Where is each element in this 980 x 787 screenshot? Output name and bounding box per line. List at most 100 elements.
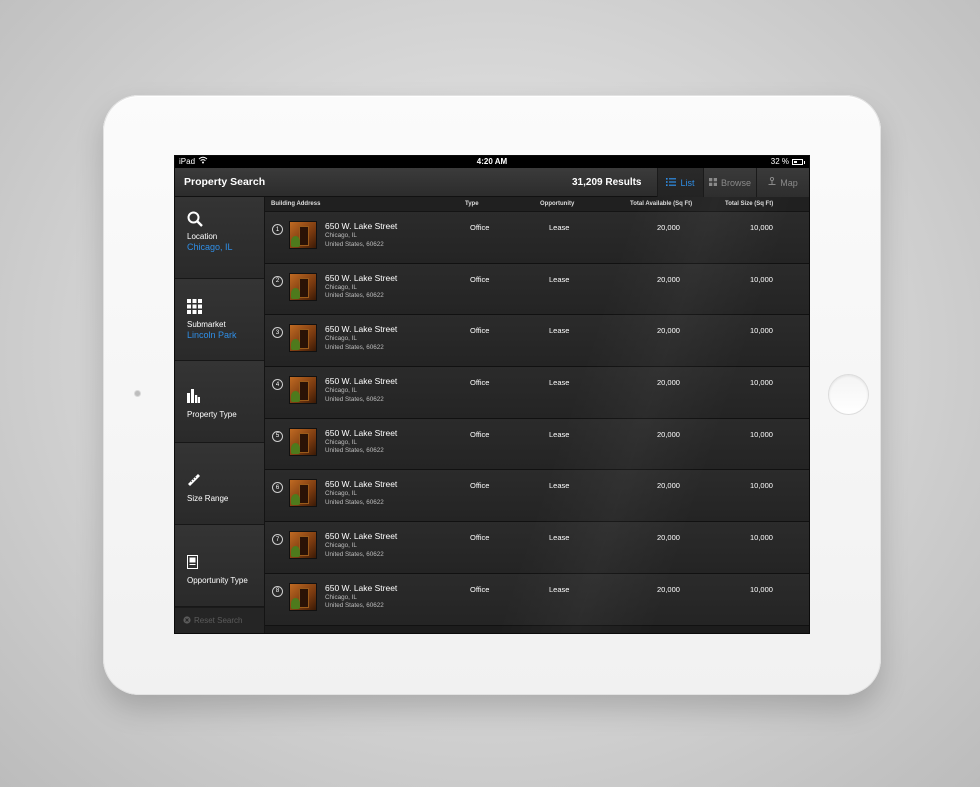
total-available: 20,000 xyxy=(657,481,680,491)
filter-submarket-value: Lincoln Park xyxy=(187,330,237,340)
property-thumbnail xyxy=(289,376,317,405)
results-table: Building Address Type Opportunity Total … xyxy=(265,197,809,633)
building-city: Chicago, IL xyxy=(325,438,357,446)
total-size: 10,000 xyxy=(750,584,773,594)
property-thumbnail xyxy=(289,479,317,508)
property-thumbnail xyxy=(289,272,317,301)
table-row[interactable]: 3 650 W. Lake Street Chicago, IL United … xyxy=(265,315,809,368)
column-header[interactable]: Total Size (Sq Ft) xyxy=(725,201,805,207)
row-number: 3 xyxy=(272,327,283,339)
filter-size-range[interactable]: Size Range xyxy=(175,443,264,525)
total-available: 20,000 xyxy=(657,274,680,284)
total-size: 10,000 xyxy=(750,378,773,388)
column-header[interactable]: Total Available (Sq Ft) xyxy=(630,201,725,207)
tab-map[interactable]: Map xyxy=(756,168,809,197)
building-country: United States, 60622 xyxy=(325,447,384,455)
row-number: 6 xyxy=(272,482,283,494)
property-type: Office xyxy=(470,378,490,388)
building-country: United States, 60622 xyxy=(325,498,384,506)
total-size: 10,000 xyxy=(750,481,773,491)
property-type: Office xyxy=(470,274,490,284)
filter-submarket[interactable]: Submarket Lincoln Park xyxy=(175,279,264,361)
building-street: 650 W. Lake Street xyxy=(325,376,398,387)
filter-location-label: Location xyxy=(187,232,218,241)
filter-opportunity-type[interactable]: Opportunity Type xyxy=(175,525,264,607)
building-city: Chicago, IL xyxy=(325,283,357,291)
filter-submarket-label: Submarket xyxy=(187,320,226,329)
building-country: United States, 60622 xyxy=(325,343,384,351)
search-icon xyxy=(187,211,264,229)
table-row[interactable]: 1 650 W. Lake Street Chicago, IL United … xyxy=(265,212,809,264)
opportunity: Lease xyxy=(549,378,570,388)
page-title: Property Search xyxy=(184,176,266,188)
total-size: 10,000 xyxy=(750,326,773,336)
table-row[interactable]: 5 650 W. Lake Street Chicago, IL United … xyxy=(265,418,809,471)
opportunity: Lease xyxy=(549,533,570,543)
total-available: 20,000 xyxy=(657,378,680,388)
property-type: Office xyxy=(470,223,490,232)
building-street: 650 W. Lake Street xyxy=(325,531,398,542)
tab-list[interactable]: List xyxy=(657,168,703,197)
home-button[interactable] xyxy=(829,375,868,414)
grid-icon xyxy=(187,293,264,317)
device-label: iPad xyxy=(179,157,196,166)
building-city: Chicago, IL xyxy=(325,387,357,395)
building-street: 650 W. Lake Street xyxy=(325,479,398,490)
table-row[interactable]: 4 650 W. Lake Street Chicago, IL United … xyxy=(265,367,809,419)
total-size: 10,000 xyxy=(750,533,773,543)
building-street: 650 W. Lake Street xyxy=(325,272,398,283)
total-available: 20,000 xyxy=(657,584,680,594)
total-available: 20,000 xyxy=(657,326,680,336)
column-header[interactable]: Opportunity xyxy=(540,201,630,207)
tab-list-label: List xyxy=(680,177,695,188)
buildings-icon xyxy=(187,375,264,407)
view-switcher: List Browse Map xyxy=(657,168,809,197)
results-count: 31,209 Results xyxy=(572,177,642,188)
table-row[interactable]: 7 650 W. Lake Street Chicago, IL United … xyxy=(265,522,809,574)
tab-browse[interactable]: Browse xyxy=(703,168,756,197)
total-available: 20,000 xyxy=(657,429,680,439)
row-number: 8 xyxy=(272,585,283,597)
row-number: 7 xyxy=(272,534,283,546)
table-row[interactable]: 8 650 W. Lake Street Chicago, IL United … xyxy=(265,573,809,626)
property-thumbnail xyxy=(289,582,317,611)
building-street: 650 W. Lake Street xyxy=(325,324,398,335)
grid-icon xyxy=(708,177,717,188)
building-city: Chicago, IL xyxy=(325,232,357,239)
column-header[interactable]: Building Address xyxy=(265,201,465,207)
property-thumbnail xyxy=(289,531,317,560)
table-body: 1 650 W. Lake Street Chicago, IL United … xyxy=(265,212,809,626)
building-country: United States, 60622 xyxy=(325,395,384,403)
total-size: 10,000 xyxy=(750,429,773,439)
nav-bar: Property Search 31,209 Results List Brow… xyxy=(175,168,809,197)
building-street: 650 W. Lake Street xyxy=(325,427,398,438)
table-row[interactable]: 6 650 W. Lake Street Chicago, IL United … xyxy=(265,470,809,523)
property-thumbnail xyxy=(289,221,317,249)
building-city: Chicago, IL xyxy=(325,335,357,343)
building-country: United States, 60622 xyxy=(325,292,384,300)
filter-property-type[interactable]: Property Type xyxy=(175,361,264,443)
building-country: United States, 60622 xyxy=(325,602,384,610)
status-bar: iPad 4:20 AM 32 % xyxy=(175,156,809,168)
row-number: 5 xyxy=(272,430,283,442)
table-row[interactable]: 2 650 W. Lake Street Chicago, IL United … xyxy=(265,263,809,316)
total-available: 20,000 xyxy=(657,223,680,232)
reset-search-button[interactable]: Reset Search xyxy=(175,607,264,633)
ruler-icon xyxy=(187,457,264,491)
building-country: United States, 60622 xyxy=(325,240,384,248)
property-type: Office xyxy=(470,429,490,439)
map-pin-icon xyxy=(768,176,776,188)
building-city: Chicago, IL xyxy=(325,490,357,498)
total-size: 10,000 xyxy=(750,223,773,232)
filter-property-type-label: Property Type xyxy=(187,410,237,419)
building-city: Chicago, IL xyxy=(325,593,357,601)
status-time: 4:20 AM xyxy=(476,157,508,166)
opportunity: Lease xyxy=(549,429,570,439)
list-icon xyxy=(666,177,677,188)
filter-location[interactable]: Location Chicago, IL xyxy=(175,197,264,279)
opportunity: Lease xyxy=(549,326,570,336)
opportunity: Lease xyxy=(549,223,570,232)
table-header: Building Address Type Opportunity Total … xyxy=(265,197,809,212)
filter-location-value: Chicago, IL xyxy=(187,242,233,252)
column-header[interactable]: Type xyxy=(465,201,540,207)
